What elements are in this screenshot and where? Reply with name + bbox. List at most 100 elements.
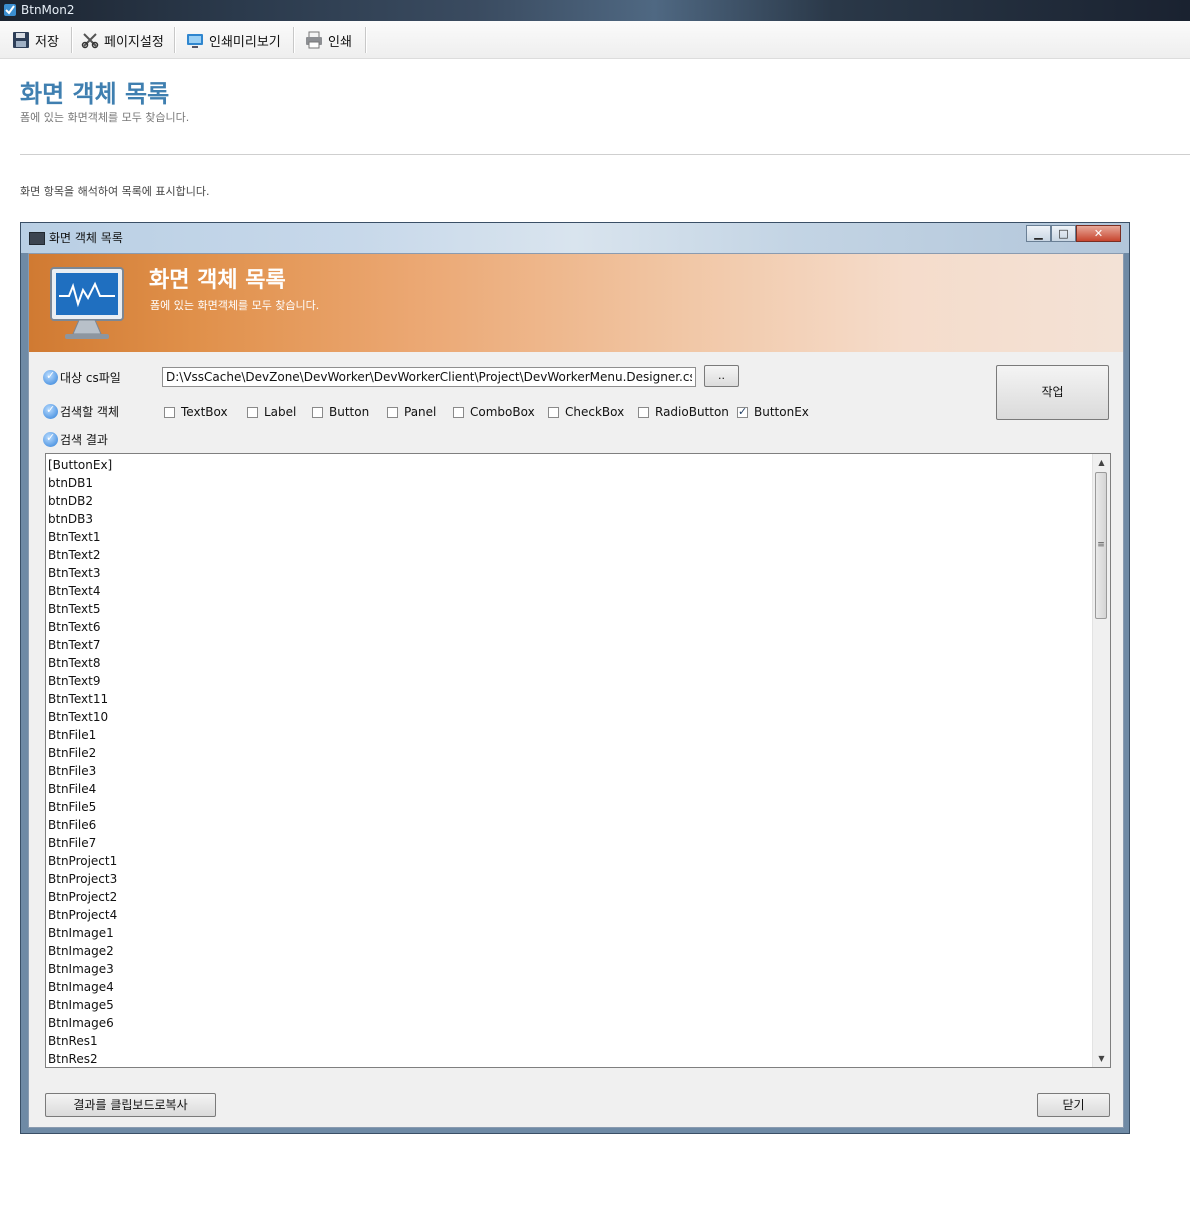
search-result-text: 검색 결과 [60, 433, 108, 447]
list-item[interactable]: BtnText2 [47, 546, 1095, 564]
check-badge-icon [43, 403, 58, 419]
checkbox-label: TextBox [181, 405, 228, 419]
scroll-up-icon[interactable]: ▲ [1093, 454, 1110, 471]
checkbox-box-checked [737, 405, 748, 418]
list-item[interactable]: BtnFile7 [47, 834, 1095, 852]
list-item[interactable]: [ButtonEx] [47, 456, 1095, 474]
toolbar: 저장 페이지설정 인쇄미리보기 인쇄 [0, 21, 1190, 59]
checkbox-textbox[interactable]: TextBox [164, 405, 228, 419]
search-type-text: 검색할 객체 [60, 405, 120, 419]
checkbox-label: ComboBox [470, 405, 535, 419]
checkbox-box [164, 406, 175, 418]
list-item[interactable]: BtnText9 [47, 672, 1095, 690]
print-button[interactable]: 인쇄 [305, 29, 352, 51]
list-item[interactable]: BtnImage1 [47, 924, 1095, 942]
list-item[interactable]: BtnText1 [47, 528, 1095, 546]
checkbox-radiobutton[interactable]: RadioButton [638, 405, 729, 419]
list-item[interactable]: BtnFile1 [47, 726, 1095, 744]
maximize-icon: □ [1058, 227, 1069, 240]
checkbox-label: Button [329, 405, 370, 419]
checkbox-panel[interactable]: Panel [387, 405, 436, 419]
checkbox-label: Panel [404, 405, 437, 419]
page-setup-button[interactable]: 페이지설정 [81, 29, 164, 51]
list-item[interactable]: BtnProject4 [47, 906, 1095, 924]
list-item[interactable]: BtnImage2 [47, 942, 1095, 960]
maximize-button[interactable]: □ [1051, 225, 1076, 242]
list-item[interactable]: btnDB3 [47, 510, 1095, 528]
toolbar-separator [293, 27, 295, 53]
monitor-chart-icon [50, 267, 124, 339]
list-item[interactable]: BtnText8 [47, 654, 1095, 672]
toolbar-separator [71, 27, 73, 53]
close-icon: ✕ [1093, 227, 1104, 240]
checkbox-button[interactable]: Button [312, 405, 369, 419]
checkbox-box [387, 406, 398, 418]
list-item[interactable]: BtnFile6 [47, 816, 1095, 834]
list-item[interactable]: BtnProject1 [47, 852, 1095, 870]
list-item[interactable]: BtnText5 [47, 600, 1095, 618]
checkbox-box [638, 406, 649, 418]
scroll-down-icon[interactable]: ▼ [1093, 1050, 1110, 1067]
list-item[interactable]: BtnImage5 [47, 996, 1095, 1014]
list-item[interactable]: BtnImage4 [47, 978, 1095, 996]
list-item[interactable]: BtnText11 [47, 690, 1095, 708]
page-setup-label: 페이지설정 [104, 34, 164, 50]
result-listbox[interactable]: [ButtonEx] btnDB1 btnDB2 btnDB3 BtnText1 BtnT… [45, 453, 1111, 1068]
checkbox-combobox[interactable]: ComboBox [453, 405, 535, 419]
copy-to-clipboard-button[interactable]: 결과를 클립보드로복사 [45, 1093, 216, 1117]
page-subtitle: 폼에 있는 화면객체를 모두 찾습니다. [20, 111, 190, 124]
divider [20, 154, 1190, 155]
save-button[interactable]: 저장 [12, 29, 59, 51]
app-titlebar: BtnMon2 [0, 0, 1190, 21]
checkbox-checkbox[interactable]: CheckBox [548, 405, 624, 419]
scissors-tools-icon [81, 33, 99, 49]
list-item[interactable]: BtnFile2 [47, 744, 1095, 762]
search-result-label: 검색 결과 [43, 431, 108, 448]
result-items: [ButtonEx] btnDB1 btnDB2 btnDB3 BtnText1 BtnT… [47, 456, 1095, 1067]
list-item[interactable]: BtnText7 [47, 636, 1095, 654]
list-item[interactable]: BtnImage3 [47, 960, 1095, 978]
print-label: 인쇄 [328, 34, 352, 50]
list-item[interactable]: BtnImage6 [47, 1014, 1095, 1032]
run-button[interactable]: 작업 [996, 365, 1109, 420]
list-item[interactable]: BtnFile4 [47, 780, 1095, 798]
close-button[interactable]: 닫기 [1037, 1093, 1110, 1117]
app-title: BtnMon2 [21, 3, 75, 17]
banner-title: 화면 객체 목록 [149, 268, 286, 293]
list-item[interactable]: BtnProject2 [47, 888, 1095, 906]
checkbox-box [548, 406, 559, 418]
search-type-label: 검색할 객체 [43, 403, 119, 420]
monitor-preview-icon [187, 34, 203, 48]
scroll-thumb[interactable]: ≡ [1095, 472, 1107, 619]
checkbox-label-type[interactable]: Label [247, 405, 296, 419]
list-item[interactable]: BtnText6 [47, 618, 1095, 636]
list-item[interactable]: btnDB1 [47, 474, 1095, 492]
dialog-caption: 화면 객체 목록 [49, 231, 123, 245]
checkbox-label: Label [264, 405, 297, 419]
list-item[interactable]: BtnFile3 [47, 762, 1095, 780]
list-item[interactable]: BtnText3 [47, 564, 1095, 582]
minimize-icon: ▁ [1034, 227, 1043, 240]
list-item[interactable]: BtnProject3 [47, 870, 1095, 888]
banner: 화면 객체 목록 폼에 있는 화면객체를 모두 찾습니다. [29, 254, 1123, 352]
vertical-scrollbar[interactable]: ▲ ≡ ▼ [1092, 454, 1110, 1067]
list-item[interactable]: BtnRes2 [47, 1050, 1095, 1067]
print-preview-button[interactable]: 인쇄미리보기 [186, 29, 281, 51]
checkbox-label: ButtonEx [754, 405, 809, 419]
print-preview-label: 인쇄미리보기 [209, 34, 281, 50]
list-item[interactable]: BtnRes1 [47, 1032, 1095, 1050]
banner-subtitle: 폼에 있는 화면객체를 모두 찾습니다. [150, 299, 320, 312]
list-item[interactable]: btnDB2 [47, 492, 1095, 510]
target-file-input[interactable] [162, 367, 696, 387]
checkbox-buttonex[interactable]: ButtonEx [737, 405, 809, 419]
close-window-button[interactable]: ✕ [1076, 225, 1121, 242]
minimize-button[interactable]: ▁ [1026, 225, 1051, 242]
browse-button[interactable]: .. [704, 365, 739, 387]
toolbar-separator [365, 27, 367, 53]
list-item[interactable]: BtnFile5 [47, 798, 1095, 816]
list-item[interactable]: BtnText10 [47, 708, 1095, 726]
checkbox-box [312, 406, 323, 418]
checkbox-box [247, 406, 258, 418]
page-description: 화면 항목을 해석하여 목록에 표시합니다. [20, 185, 210, 198]
list-item[interactable]: BtnText4 [47, 582, 1095, 600]
